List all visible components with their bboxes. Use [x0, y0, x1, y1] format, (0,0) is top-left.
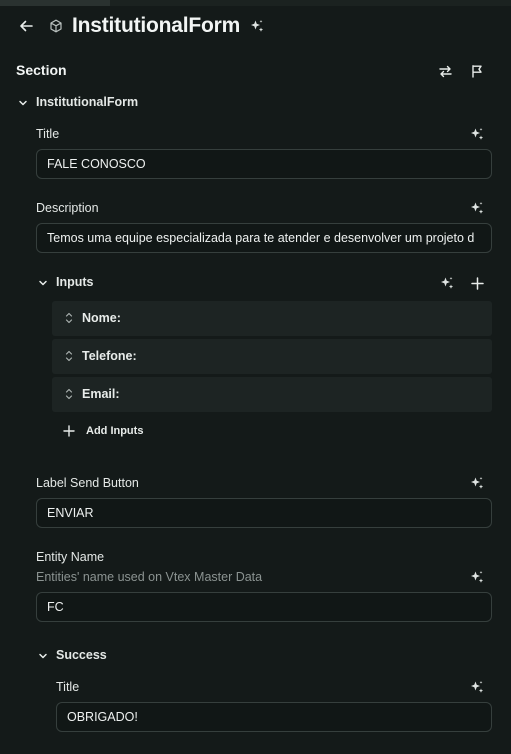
list-item-label: Email: [82, 387, 120, 401]
label-send-button-label: Label Send Button [36, 476, 139, 490]
title-input[interactable]: FALE CONOSCO [36, 149, 492, 179]
plus-icon[interactable] [469, 275, 485, 291]
label-send-button-input[interactable]: ENVIAR [36, 498, 492, 528]
top-tab [0, 0, 110, 6]
sparkle-icon[interactable] [469, 126, 485, 142]
description-input[interactable]: Temos uma equipe especializada para te a… [36, 223, 492, 253]
title-label: Title [36, 127, 60, 141]
sparkle-icon[interactable] [439, 275, 455, 291]
success-title-input[interactable]: OBRIGADO! [56, 702, 492, 732]
list-item[interactable]: Email: [52, 377, 492, 412]
sparkle-icon[interactable] [469, 569, 485, 585]
list-item-label: Telefone: [82, 349, 137, 363]
flag-icon[interactable] [469, 63, 485, 79]
tree-root-label[interactable]: InstitutionalForm [36, 95, 138, 109]
reorder-icon[interactable] [64, 349, 74, 368]
description-label: Description [36, 201, 99, 215]
sparkle-icon[interactable] [469, 475, 485, 491]
plus-icon [62, 424, 76, 438]
success-title-label: Title [56, 680, 80, 694]
entity-name-label: Entity Name [36, 550, 105, 564]
list-item[interactable]: Telefone: [52, 339, 492, 374]
chevron-down-icon[interactable] [17, 97, 29, 109]
section-title: Section [16, 62, 67, 78]
chevron-down-icon[interactable] [37, 650, 49, 662]
reorder-icon[interactable] [64, 311, 74, 330]
add-inputs-button[interactable]: Add Inputs [62, 423, 172, 441]
sparkle-icon[interactable] [469, 679, 485, 695]
entity-name-help: Entities' name used on Vtex Master Data [36, 570, 263, 584]
entity-name-input[interactable]: FC [36, 592, 492, 622]
swap-icon[interactable] [437, 63, 453, 79]
sparkle-icon[interactable] [249, 18, 265, 34]
success-label[interactable]: Success [56, 648, 107, 662]
reorder-icon[interactable] [64, 387, 74, 406]
back-arrow-icon[interactable] [18, 18, 34, 34]
list-item-label: Nome: [82, 311, 121, 325]
chevron-down-icon[interactable] [37, 277, 49, 289]
sparkle-icon[interactable] [469, 200, 485, 216]
list-item[interactable]: Nome: [52, 301, 492, 336]
window-top-strip [0, 0, 511, 6]
inputs-label[interactable]: Inputs [56, 275, 94, 289]
page-title: InstitutionalForm [72, 14, 241, 37]
cube-icon [48, 18, 64, 34]
add-inputs-label: Add Inputs [86, 425, 144, 437]
